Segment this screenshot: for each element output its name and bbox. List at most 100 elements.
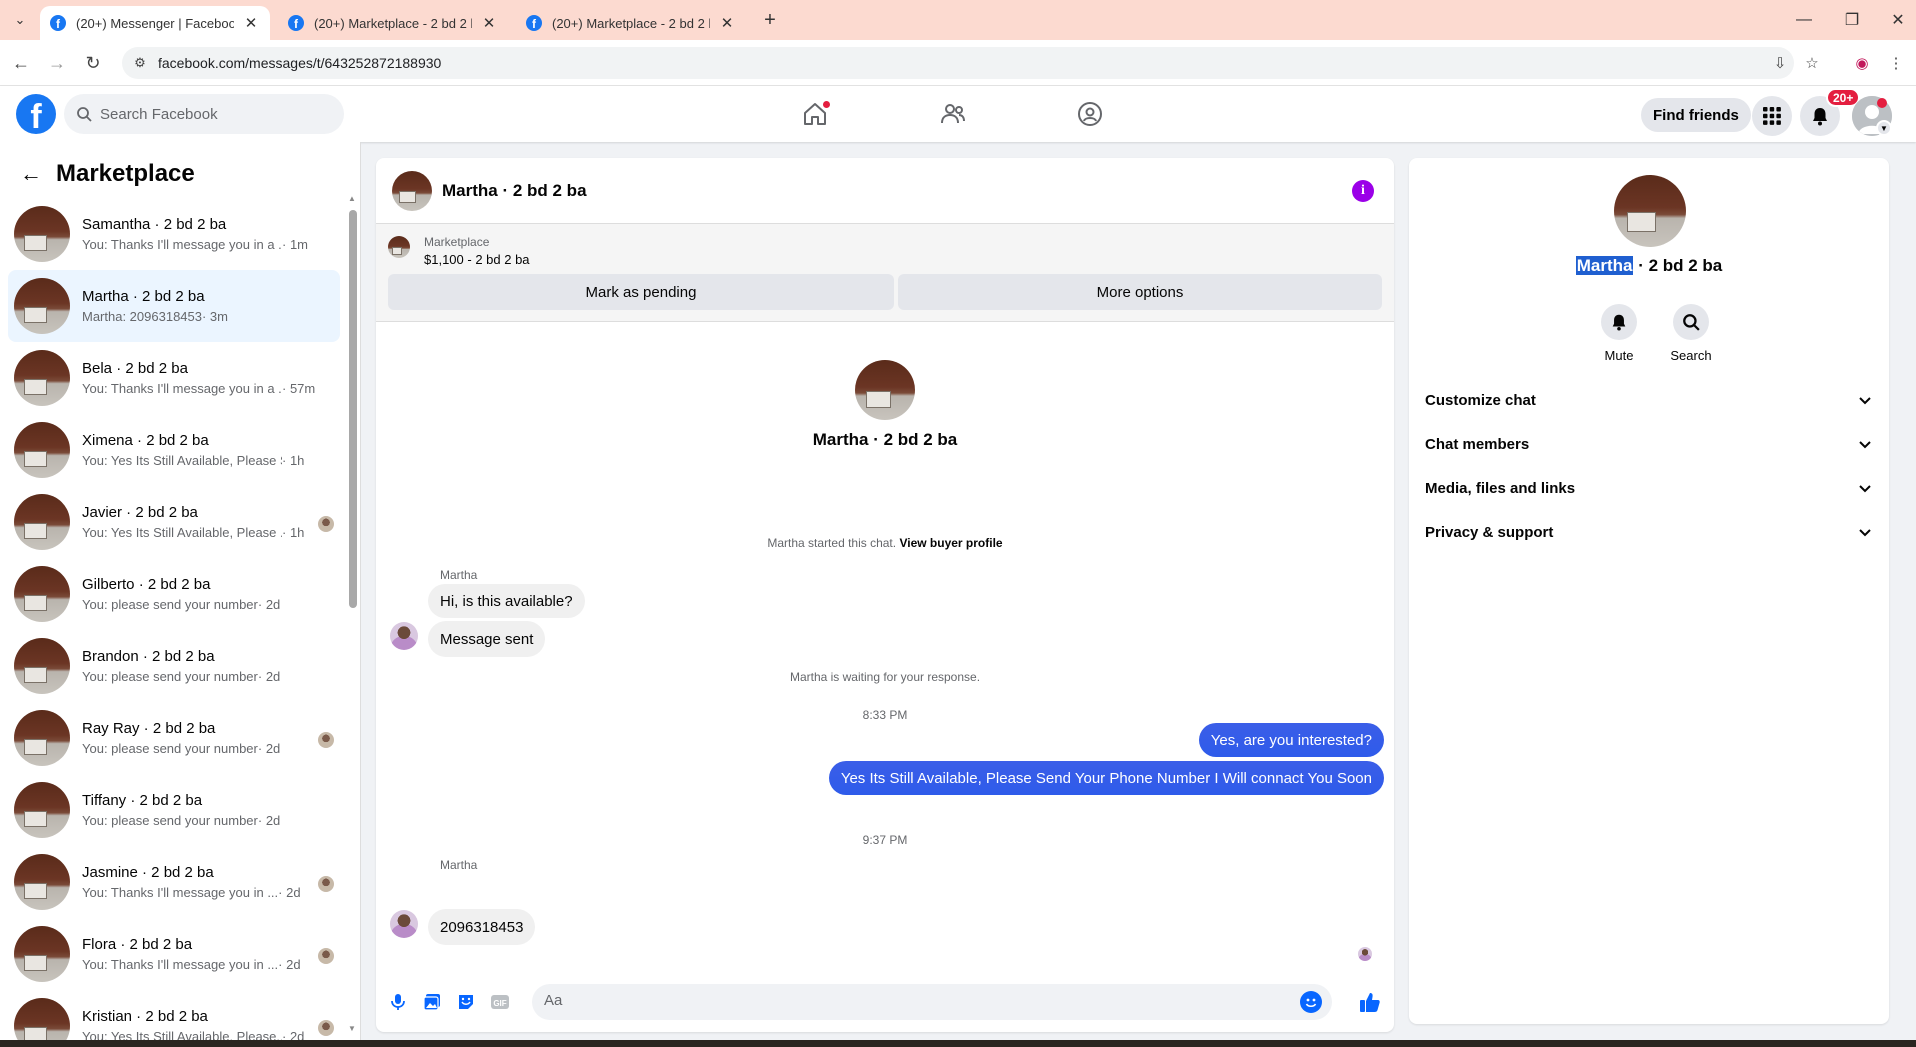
conversation-item[interactable]: Gilberto · 2 bd 2 ba You: please send you… <box>8 558 340 630</box>
browser-menu-icon[interactable]: ⋮ <box>1887 55 1905 73</box>
close-window-icon[interactable]: ✕ <box>1886 8 1910 32</box>
timestamp: 8:33 PM <box>862 708 908 722</box>
thumbs-up-icon[interactable] <box>1358 990 1382 1014</box>
chat-header-avatar[interactable] <box>392 170 432 211</box>
message-input-container[interactable] <box>532 984 1332 1020</box>
facebook-search[interactable] <box>64 94 344 134</box>
conversation-name: Ximena · 2 bd 2 ba <box>82 432 209 449</box>
search-in-conversation-button[interactable]: Search <box>1661 304 1721 363</box>
outgoing-message[interactable]: Yes, are you interested? <box>1198 723 1384 757</box>
close-tab-icon[interactable]: ✕ <box>718 14 736 32</box>
conversation-time: · 1h <box>282 453 305 468</box>
conversation-item[interactable]: Bela · 2 bd 2 ba You: Thanks I'll message… <box>8 342 340 414</box>
thread-intro-avatar[interactable] <box>855 360 915 420</box>
forward-arrow-icon[interactable]: → <box>44 50 70 76</box>
conversation-preview-text: You: please send your number <box>82 741 258 756</box>
conversation-item[interactable]: Ximena · 2 bd 2 ba You: Yes Its Still Ava… <box>8 414 340 486</box>
back-arrow-icon[interactable]: ← <box>16 159 46 189</box>
find-friends-button[interactable]: Find friends <box>1641 98 1751 132</box>
profile-icon[interactable]: ◉ <box>1853 55 1871 73</box>
mark-as-pending-button[interactable]: Mark as pending <box>388 274 894 310</box>
conversation-avatar <box>14 278 70 334</box>
photo-icon[interactable] <box>420 990 444 1014</box>
incoming-message[interactable]: Message sent <box>428 621 546 657</box>
sidebar-header: ← Marketplace <box>16 156 195 192</box>
url-text[interactable]: facebook.com/messages/t/643252872188930 <box>158 55 441 71</box>
sticker-icon[interactable] <box>454 990 478 1014</box>
seen-receipt-avatar <box>318 516 334 532</box>
new-tab-plus-icon[interactable]: + <box>758 8 782 32</box>
view-buyer-profile-link[interactable]: View buyer profile <box>899 536 1002 550</box>
message-input[interactable] <box>544 992 1284 1009</box>
conversation-preview: You: please send your number · 2d <box>82 741 340 756</box>
conversation-name: Bela · 2 bd 2 ba <box>82 360 188 377</box>
svg-text:GIF: GIF <box>493 999 506 1008</box>
section-customize-chat[interactable]: Customize chat <box>1425 384 1873 416</box>
gif-icon[interactable]: GIF <box>488 990 512 1014</box>
conversation-item[interactable]: Ray Ray · 2 bd 2 ba You: please send your… <box>8 702 340 774</box>
conversation-item[interactable]: Flora · 2 bd 2 ba You: Thanks I'll messag… <box>8 918 340 990</box>
browser-tab-marketplace-1[interactable]: f (20+) Marketplace - 2 bd 2 ba | ✕ <box>278 6 508 40</box>
facebook-logo-icon[interactable]: f <box>16 94 56 134</box>
emoji-icon[interactable] <box>1300 991 1322 1013</box>
section-chat-members[interactable]: Chat members <box>1425 428 1873 460</box>
conversation-item[interactable]: Samantha · 2 bd 2 ba You: Thanks I'll mes… <box>8 198 340 270</box>
scroll-down-icon[interactable]: ▼ <box>348 1024 356 1033</box>
contact-avatar[interactable] <box>1614 175 1686 247</box>
chat-title[interactable]: Martha · 2 bd 2 ba <box>442 181 587 201</box>
back-arrow-icon[interactable]: ← <box>8 50 34 76</box>
home-notification-dot <box>822 100 831 109</box>
conversation-item[interactable]: Brandon · 2 bd 2 ba You: please send your… <box>8 630 340 702</box>
incoming-message[interactable]: 2096318453 <box>428 909 536 945</box>
tab-title: (20+) Messenger | Facebook <box>76 15 234 31</box>
incoming-message[interactable]: Hi, is this available? <box>428 584 585 618</box>
bookmark-star-icon[interactable]: ☆ <box>1803 55 1821 73</box>
sender-avatar[interactable] <box>390 622 418 650</box>
more-options-button[interactable]: More options <box>898 274 1382 310</box>
restore-window-icon[interactable]: ❐ <box>1840 8 1864 32</box>
conversation-item[interactable]: Jasmine · 2 bd 2 ba You: Thanks I'll mess… <box>8 846 340 918</box>
conversation-item[interactable]: Tiffany · 2 bd 2 ba You: please send your… <box>8 774 340 846</box>
mute-button[interactable]: Mute <box>1589 304 1649 363</box>
conversation-preview-text: You: please send your number <box>82 813 258 828</box>
reload-icon[interactable]: ↻ <box>80 50 106 76</box>
chat-started-notice: Martha started this chat. View buyer pro… <box>376 536 1394 550</box>
sender-avatar[interactable] <box>390 910 418 938</box>
info-icon[interactable]: i <box>1352 180 1374 202</box>
section-media-files-links[interactable]: Media, files and links <box>1425 472 1873 504</box>
section-label: Privacy & support <box>1425 523 1554 541</box>
menu-button[interactable] <box>1752 96 1792 136</box>
install-app-icon[interactable]: ⇩ <box>1771 55 1789 73</box>
listing-thumbnail[interactable] <box>388 236 410 258</box>
search-icon <box>77 107 92 122</box>
chevron-down-icon[interactable]: ▼ <box>1876 120 1892 136</box>
microphone-icon[interactable] <box>386 990 410 1014</box>
address-bar[interactable]: ⚙ facebook.com/messages/t/64325287218893… <box>122 47 1794 79</box>
conversation-time: · 2d <box>257 597 281 612</box>
scroll-up-icon[interactable]: ▲ <box>348 194 356 203</box>
conversation-item[interactable]: Martha · 2 bd 2 ba Martha: 2096318453 · 3m <box>8 270 340 342</box>
nav-home[interactable] <box>760 86 870 142</box>
tab-title: (20+) Marketplace - 2 bd 2 ba | <box>552 15 710 31</box>
close-tab-icon[interactable]: ✕ <box>242 14 260 32</box>
tab-list-chevron-icon[interactable]: ⌄ <box>8 8 32 32</box>
minimize-window-icon[interactable]: — <box>1792 8 1816 32</box>
nav-groups[interactable] <box>1035 86 1145 142</box>
close-tab-icon[interactable]: ✕ <box>480 14 498 32</box>
section-privacy-support[interactable]: Privacy & support <box>1425 516 1873 548</box>
site-settings-icon[interactable]: ⚙ <box>132 55 148 71</box>
message-thread: Martha · 2 bd 2 ba Martha started this c… <box>376 322 1394 972</box>
browser-tab-messenger[interactable]: f (20+) Messenger | Facebook ✕ <box>40 6 270 40</box>
outgoing-message[interactable]: Yes Its Still Available, Please Send You… <box>828 761 1384 795</box>
conversation-preview: You: Thanks I'll message you in ... · 2d <box>82 885 340 900</box>
browser-tab-marketplace-2[interactable]: f (20+) Marketplace - 2 bd 2 ba | ✕ <box>516 6 746 40</box>
conversation-avatar <box>14 710 70 766</box>
browser-tab-strip: ⌄ f (20+) Messenger | Facebook ✕ f (20+)… <box>0 0 1916 40</box>
sidebar-scrollbar[interactable]: ▲ ▼ <box>346 194 358 1040</box>
search-input[interactable] <box>100 105 320 123</box>
scrollbar-thumb[interactable] <box>349 210 357 608</box>
conversation-item[interactable]: Javier · 2 bd 2 ba You: Yes Its Still Ava… <box>8 486 340 558</box>
nav-friends[interactable] <box>898 86 1008 142</box>
conversation-item[interactable]: Kristian · 2 bd 2 ba You: Yes Its Still A… <box>8 990 340 1040</box>
conversation-preview: You: Yes Its Still Available, Please... ·… <box>82 1029 340 1040</box>
